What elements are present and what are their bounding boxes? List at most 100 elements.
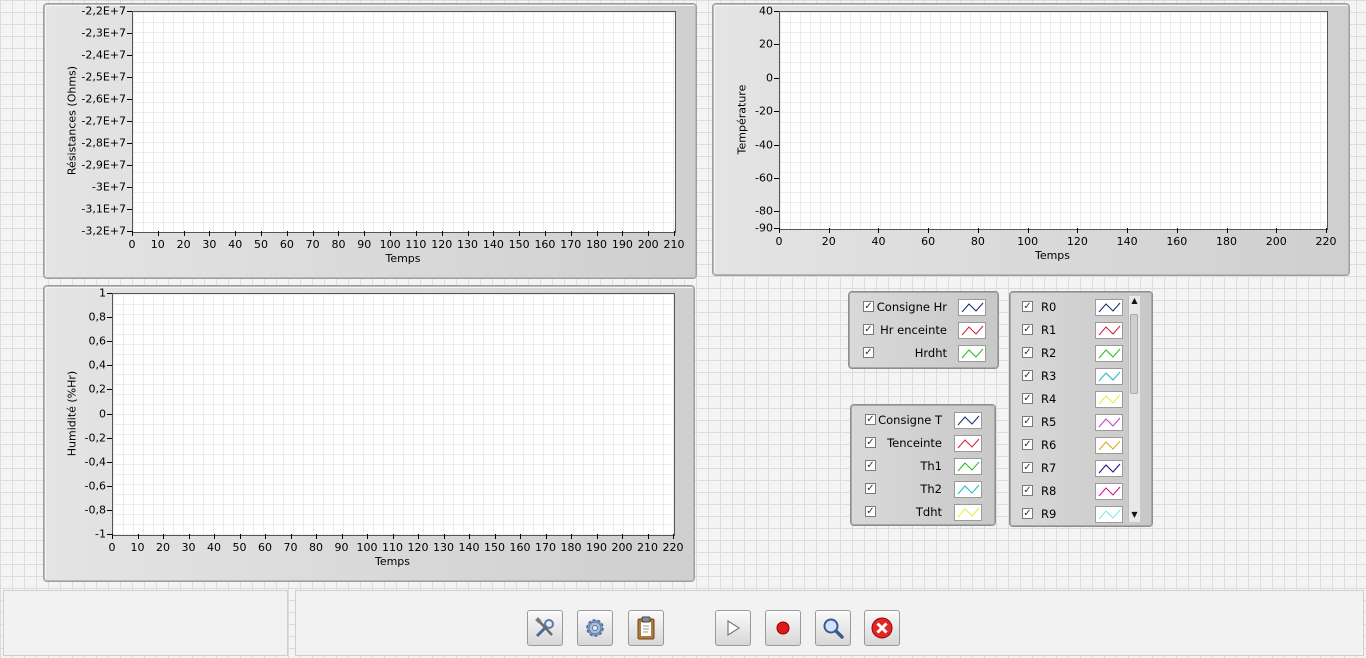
humidity-x-tick-mark — [367, 534, 368, 539]
legend-row-r5[interactable]: ✓ R5 — [1011, 412, 1137, 432]
legend-checkbox[interactable]: ✓ — [865, 414, 876, 425]
humidity-x-tick-mark — [494, 534, 496, 539]
search-button[interactable] — [815, 610, 851, 646]
humidity-y-axis-title: Humidité (%Hr) — [65, 370, 79, 456]
legend-plot-swatch[interactable] — [1095, 414, 1123, 431]
humidity-plot-area[interactable] — [112, 293, 675, 536]
scroll-up-arrow-icon[interactable]: ▲ — [1129, 296, 1140, 306]
humidity-x-tick-label: 200 — [611, 541, 633, 554]
legend-plot-swatch[interactable] — [1095, 483, 1123, 500]
legend-checkbox[interactable]: ✓ — [865, 437, 876, 448]
resistances-x-tick-mark — [544, 231, 546, 236]
record-button[interactable] — [765, 610, 801, 646]
legend-plot-swatch[interactable] — [954, 458, 982, 475]
temperature-plot-area[interactable] — [779, 11, 1328, 230]
legend-plot-swatch[interactable] — [958, 322, 986, 339]
scroll-down-arrow-icon[interactable]: ▼ — [1129, 510, 1140, 520]
legend-plot-swatch[interactable] — [958, 299, 986, 316]
legend-row-hr-enceinte[interactable]: ✓ Hr enceinte — [850, 320, 997, 340]
status-panel-left — [3, 590, 288, 656]
legend-checkbox[interactable]: ✓ — [1022, 301, 1033, 312]
legend-plot-swatch[interactable] — [1095, 437, 1123, 454]
close-button[interactable] — [864, 610, 900, 646]
legend-row-tdht[interactable]: ✓ Tdht — [852, 502, 994, 522]
humidity-x-tick-mark — [469, 534, 470, 539]
legend-row-hrdht[interactable]: ✓ Hrdht — [850, 343, 997, 363]
scroll-thumb[interactable] — [1130, 314, 1138, 394]
legend-checkbox[interactable]: ✓ — [865, 483, 876, 494]
legend-row-r4[interactable]: ✓ R4 — [1011, 389, 1137, 409]
gear-icon — [582, 615, 608, 641]
legend-label: Tenceinte — [887, 436, 942, 450]
legend-row-r2[interactable]: ✓ R2 — [1011, 343, 1137, 363]
legend-checkbox[interactable]: ✓ — [1022, 370, 1033, 381]
temperature-y-tick-mark — [774, 144, 779, 146]
legend-plot-swatch[interactable] — [1095, 506, 1123, 523]
temperature-x-tick-mark — [977, 228, 979, 233]
resistances-y-tick-label: -2,9E+7 — [81, 158, 126, 172]
legend-plot-swatch[interactable] — [1095, 391, 1123, 408]
legend-row-th2[interactable]: ✓ Th2 — [852, 479, 994, 499]
legend-plot-swatch[interactable] — [1095, 460, 1123, 477]
legend-checkbox[interactable]: ✓ — [1022, 347, 1033, 358]
legend-checkbox[interactable]: ✓ — [865, 460, 876, 471]
legend-label: R0 — [1041, 300, 1057, 314]
legend-plot-swatch[interactable] — [1095, 322, 1123, 339]
humidity-x-tick-mark — [418, 534, 419, 539]
settings-button[interactable] — [577, 610, 613, 646]
legend-checkbox[interactable]: ✓ — [1022, 324, 1033, 335]
legend-plot-swatch[interactable] — [954, 412, 982, 429]
humidity-y-tick-mark — [107, 509, 112, 511]
legend-checkbox[interactable]: ✓ — [863, 347, 874, 358]
resistances-x-tick-label: 30 — [202, 238, 217, 251]
legend-row-consigne-t[interactable]: ✓ Consigne T — [852, 410, 994, 430]
humidity-x-tick-label: 120 — [407, 541, 429, 554]
temperature-x-tick-mark — [878, 228, 880, 233]
legend-row-r8[interactable]: ✓ R8 — [1011, 481, 1137, 501]
resistances-plot-area[interactable] — [132, 11, 676, 233]
humidity-x-tick-label: 170 — [535, 541, 556, 554]
legend-plot-swatch[interactable] — [958, 345, 986, 362]
legend-label: Consigne Hr — [876, 300, 947, 314]
humidity-x-tick-label: 30 — [181, 541, 196, 554]
legend-row-r6[interactable]: ✓ R6 — [1011, 435, 1137, 455]
legend-checkbox[interactable]: ✓ — [865, 506, 876, 517]
tools-button[interactable] — [527, 610, 563, 646]
temperature-y-tick-label: -20 — [755, 104, 773, 118]
legend-row-r3[interactable]: ✓ R3 — [1011, 366, 1137, 386]
temperature-x-tick-mark — [779, 228, 780, 233]
humidity-x-tick-mark — [341, 534, 343, 539]
legend-row-r1[interactable]: ✓ R1 — [1011, 320, 1137, 340]
legend-row-r9[interactable]: ✓ R9 — [1011, 504, 1137, 524]
legend-plot-swatch[interactable] — [1095, 368, 1123, 385]
legend-row-r0[interactable]: ✓ R0 — [1011, 297, 1137, 317]
resistances-x-tick-label: 80 — [331, 238, 346, 251]
legend-checkbox[interactable]: ✓ — [1022, 508, 1033, 519]
legend-checkbox[interactable]: ✓ — [1022, 439, 1033, 450]
legend-checkbox[interactable]: ✓ — [863, 324, 874, 335]
resistances-x-tick-label: 90 — [357, 238, 372, 251]
legend-plot-swatch[interactable] — [1095, 345, 1123, 362]
resistances-y-tick-label: -3,2E+7 — [81, 224, 126, 238]
legend-checkbox[interactable]: ✓ — [1022, 462, 1033, 473]
legend-checkbox[interactable]: ✓ — [1022, 485, 1033, 496]
legend-row-th1[interactable]: ✓ Th1 — [852, 456, 994, 476]
clipboard-button[interactable] — [628, 610, 664, 646]
legend-row-consigne-hr[interactable]: ✓ Consigne Hr — [850, 297, 997, 317]
legend-row-tenceinte[interactable]: ✓ Tenceinte — [852, 433, 994, 453]
resistances-x-tick-label: 160 — [534, 238, 556, 251]
humidity-x-tick-mark — [137, 534, 139, 539]
legend-plot-swatch[interactable] — [954, 504, 982, 521]
run-button[interactable] — [715, 610, 751, 646]
resistances-y-tick-mark — [127, 77, 132, 78]
legend-checkbox[interactable]: ✓ — [1022, 416, 1033, 427]
legend-plot-swatch[interactable] — [954, 481, 982, 498]
legend-plot-swatch[interactable] — [1095, 299, 1123, 316]
resistances-x-tick-label: 130 — [457, 238, 479, 251]
legend-checkbox[interactable]: ✓ — [1022, 393, 1033, 404]
humidity-y-tick-mark — [107, 389, 112, 391]
legend-scrollbar[interactable]: ▲ ▼ — [1128, 296, 1140, 522]
legend-plot-swatch[interactable] — [954, 435, 982, 452]
legend-checkbox[interactable]: ✓ — [863, 301, 874, 312]
legend-row-r7[interactable]: ✓ R7 — [1011, 458, 1137, 478]
